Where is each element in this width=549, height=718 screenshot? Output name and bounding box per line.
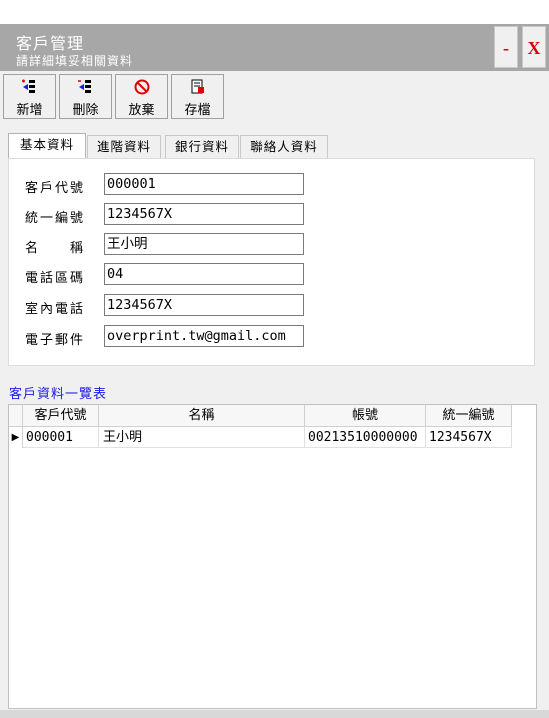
title-bar: 客戶管理 請詳細填妥相關資料 - X: [0, 24, 549, 71]
window-title: 客戶管理: [16, 34, 85, 53]
delete-button-label: 刪除: [72, 103, 99, 118]
area-code-field[interactable]: 04: [104, 263, 304, 285]
cell-tax-id[interactable]: 1234567X: [426, 427, 512, 448]
cancel-button-label: 放棄: [128, 103, 155, 118]
add-button-label: 新增: [16, 103, 43, 118]
delete-row-icon: [60, 78, 111, 96]
column-header-tax-id[interactable]: 統一編號: [426, 405, 512, 427]
row-indicator[interactable]: ▶: [9, 427, 23, 448]
column-header-customer-id[interactable]: 客戶代號: [23, 405, 99, 427]
close-button[interactable]: X: [522, 26, 546, 68]
tab-contacts[interactable]: 聯絡人資料: [240, 135, 328, 158]
tax-id-label: 統一編號: [25, 211, 86, 226]
bottom-strip: [0, 710, 549, 718]
name-field[interactable]: 王小明: [104, 233, 304, 255]
cancel-icon: [116, 78, 167, 96]
toolbar: 新增 刪除 放棄 存檔: [0, 71, 549, 123]
minimize-button[interactable]: -: [494, 26, 518, 68]
tab-basic[interactable]: 基本資料: [8, 133, 86, 159]
tab-bank[interactable]: 銀行資料: [165, 135, 239, 158]
grid-corner-header: [9, 405, 23, 427]
add-button[interactable]: 新增: [3, 74, 56, 119]
delete-button[interactable]: 刪除: [59, 74, 112, 119]
cell-customer-id[interactable]: 000001: [23, 427, 99, 448]
column-header-name[interactable]: 名稱: [99, 405, 305, 427]
phone-field[interactable]: 1234567X: [104, 294, 304, 316]
tax-id-field[interactable]: 1234567X: [104, 203, 304, 225]
name-label: 名 稱: [25, 241, 86, 256]
top-strip: [0, 0, 549, 24]
customer-list-title: 客戶資料一覽表: [9, 387, 108, 402]
window-subtitle: 請詳細填妥相關資料: [16, 54, 134, 68]
save-button-label: 存檔: [184, 103, 211, 118]
customer-grid[interactable]: 客戶代號 名稱 帳號 統一編號 ▶ 000001 王小明 00213510000…: [8, 404, 537, 709]
save-button[interactable]: 存檔: [171, 74, 224, 119]
area-code-label: 電話區碼: [25, 271, 86, 286]
email-label: 電子郵件: [25, 333, 86, 348]
cell-name[interactable]: 王小明: [99, 427, 305, 448]
customer-id-field[interactable]: 000001: [104, 173, 304, 195]
save-icon: [172, 78, 223, 96]
basic-info-panel: 客戶代號 000001 統一編號 1234567X 名 稱 王小明 電話區碼 0…: [8, 158, 535, 366]
add-row-icon: [4, 78, 55, 96]
customer-id-label: 客戶代號: [25, 181, 86, 196]
tab-advanced[interactable]: 進階資料: [87, 135, 161, 158]
column-header-account[interactable]: 帳號: [305, 405, 426, 427]
phone-label: 室內電話: [25, 302, 86, 317]
email-field[interactable]: overprint.tw@gmail.com: [104, 325, 304, 347]
cell-account[interactable]: 00213510000000: [305, 427, 426, 448]
cancel-button[interactable]: 放棄: [115, 74, 168, 119]
